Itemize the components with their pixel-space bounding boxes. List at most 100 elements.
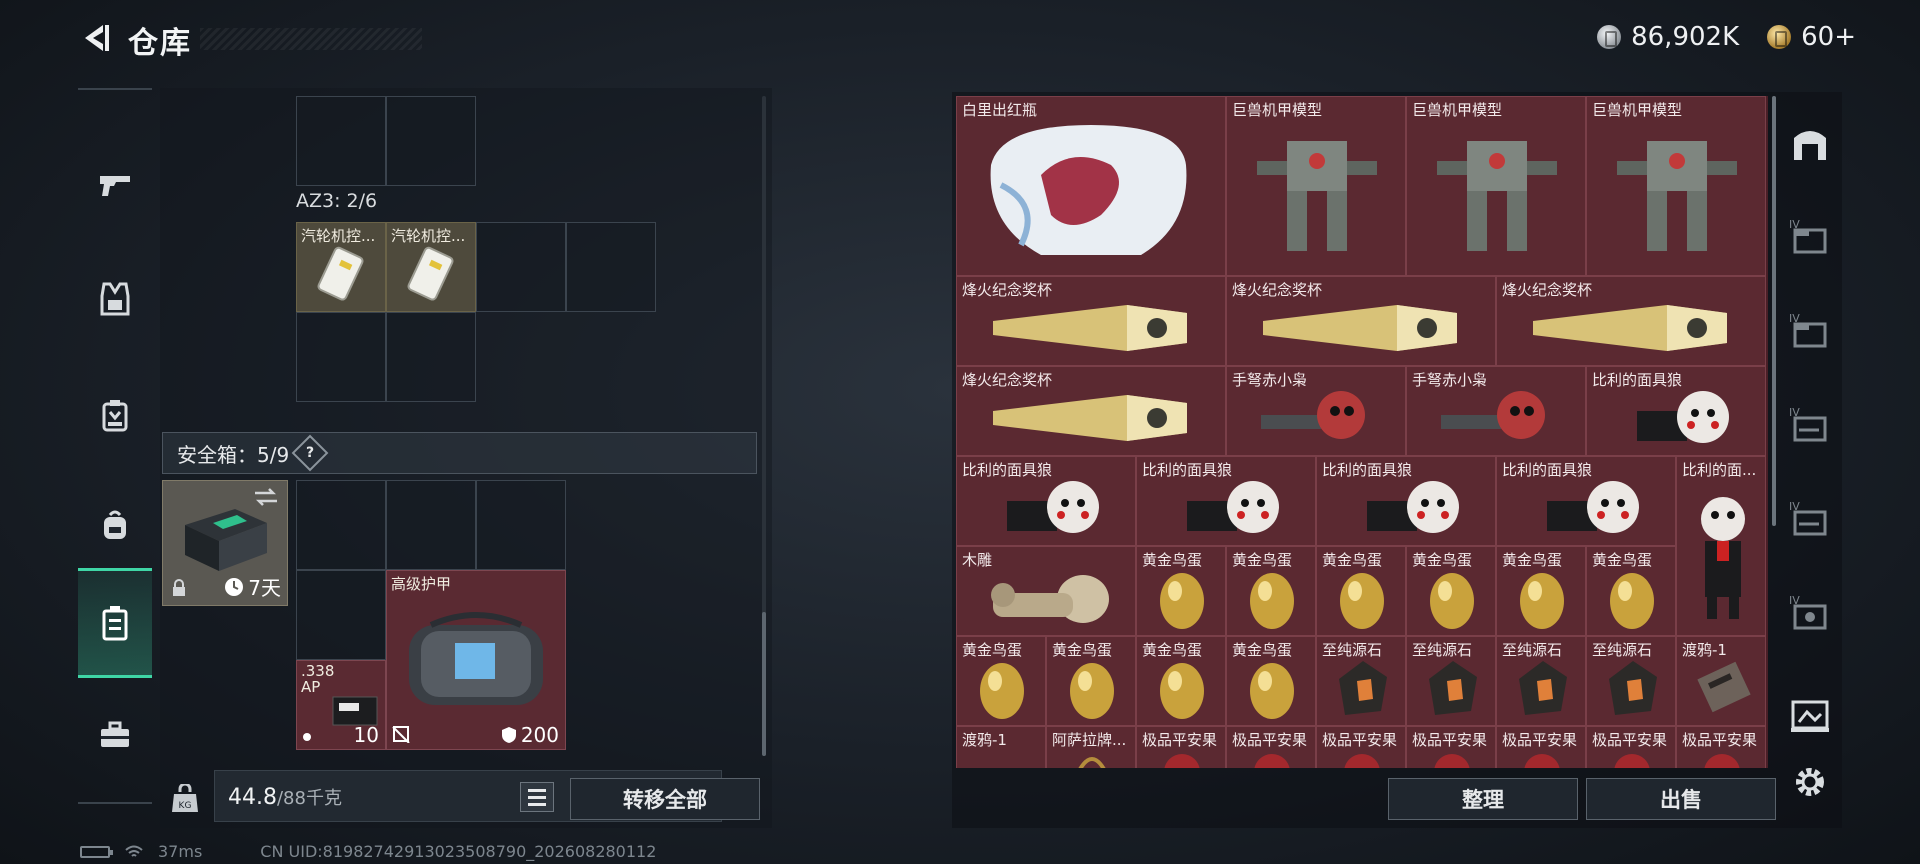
- grid-cell[interactable]: [566, 222, 656, 312]
- nav-safebox[interactable]: [78, 568, 152, 678]
- item-billy-puppet[interactable]: 比利的面具狼: [1496, 456, 1676, 546]
- rail-weapon-rack-4a[interactable]: IV: [1784, 394, 1836, 454]
- puppet-icon: [1547, 481, 1639, 533]
- shield-icon: [501, 727, 516, 743]
- inventory-scrollbar[interactable]: [1772, 96, 1776, 526]
- safebox-icon: [102, 606, 128, 641]
- settings-button[interactable]: [1784, 752, 1836, 812]
- item-peace-fruit[interactable]: 极品平安果: [1406, 726, 1496, 768]
- item-label: 渡鸦-1: [1682, 641, 1727, 659]
- rail-warehouse[interactable]: [1784, 114, 1836, 174]
- item-vase[interactable]: 白里出红瓶: [956, 96, 1226, 276]
- currency-display: 86,902K 60+: [1597, 18, 1856, 56]
- item-turbine-control[interactable]: 汽轮机控...: [386, 222, 476, 312]
- item-peace-fruit[interactable]: 极品平安果: [1226, 726, 1316, 768]
- item-338-ap-ammo[interactable]: .338 AP 10: [296, 660, 386, 750]
- grid-cell[interactable]: [296, 312, 386, 402]
- puppet-icon: [1637, 391, 1729, 443]
- help-icon[interactable]: ?: [291, 434, 329, 472]
- item-golden-egg[interactable]: 黄金鸟蛋: [1136, 636, 1226, 726]
- circuit-chip-icon: [407, 246, 454, 301]
- item-pure-source-stone[interactable]: 至纯源石: [1586, 636, 1676, 726]
- storage-tab-icon: IV: [1789, 218, 1827, 254]
- item-peace-fruit[interactable]: 极品平安果: [1316, 726, 1406, 768]
- grid-cell[interactable]: [296, 570, 386, 660]
- item-label: 比利的面...: [1682, 461, 1757, 479]
- grid-cell[interactable]: [296, 96, 386, 186]
- item-golden-egg[interactable]: 黄金鸟蛋: [1226, 546, 1316, 636]
- storage-scrollbar-thumb[interactable]: [762, 612, 766, 756]
- back-button[interactable]: [78, 20, 114, 56]
- item-mech-model[interactable]: 巨兽机甲模型: [1586, 96, 1766, 276]
- item-advanced-armor[interactable]: 高级护甲 200: [386, 570, 566, 750]
- item-crossbow-owl[interactable]: 手弩赤小枭: [1226, 366, 1406, 456]
- transfer-all-button[interactable]: 转移全部: [570, 778, 760, 820]
- sort-button[interactable]: 整理: [1388, 778, 1578, 820]
- rail-storage-4a[interactable]: IV: [1784, 206, 1836, 266]
- sell-button[interactable]: 出售: [1586, 778, 1776, 820]
- category-sidebar: [78, 88, 152, 804]
- nav-chest-rig[interactable]: [78, 360, 152, 470]
- grid-cell[interactable]: [476, 480, 566, 570]
- item-pure-source-stone[interactable]: 至纯源石: [1496, 636, 1586, 726]
- item-raven-1[interactable]: 渡鸦-1: [956, 726, 1046, 768]
- item-golden-egg[interactable]: 黄金鸟蛋: [956, 636, 1046, 726]
- item-peace-fruit[interactable]: 极品平安果: [1676, 726, 1766, 768]
- item-trophy[interactable]: 烽火纪念奖杯: [956, 366, 1226, 456]
- item-mech-model[interactable]: 巨兽机甲模型: [1226, 96, 1406, 276]
- swap-icon[interactable]: [253, 487, 279, 507]
- trophy-icon: [993, 305, 1187, 351]
- item-wood-carving[interactable]: 木雕: [956, 546, 1136, 636]
- ping-value: 37ms: [158, 842, 203, 861]
- apple-icon: [1164, 754, 1200, 768]
- item-trophy[interactable]: 烽火纪念奖杯: [1226, 276, 1496, 366]
- grid-cell[interactable]: [386, 312, 476, 402]
- grid-cell[interactable]: [386, 480, 476, 570]
- item-billy-puppet[interactable]: 比利的面具狼: [956, 456, 1136, 546]
- item-turbine-control[interactable]: 汽轮机控...: [296, 222, 386, 312]
- item-label: 巨兽机甲模型: [1412, 101, 1503, 119]
- item-billy-puppet[interactable]: 比利的面具狼: [1136, 456, 1316, 546]
- item-raven-1[interactable]: 渡鸦-1: [1676, 636, 1766, 726]
- list-view-button[interactable]: [520, 782, 554, 812]
- item-peace-fruit[interactable]: 极品平安果: [1136, 726, 1226, 768]
- source-stone-icon: [1339, 661, 1387, 715]
- item-trophy[interactable]: 烽火纪念奖杯: [956, 276, 1226, 366]
- grid-cell[interactable]: [386, 96, 476, 186]
- item-trophy[interactable]: 烽火纪念奖杯: [1496, 276, 1766, 366]
- rail-storage-4b[interactable]: IV: [1784, 300, 1836, 360]
- item-peace-fruit[interactable]: 极品平安果: [1496, 726, 1586, 768]
- nav-backpack[interactable]: [78, 470, 152, 580]
- item-golden-egg[interactable]: 黄金鸟蛋: [1496, 546, 1586, 636]
- rail-armor-rack-4[interactable]: IV: [1784, 582, 1836, 642]
- item-billy-puppet-tall[interactable]: 比利的面...: [1676, 456, 1766, 636]
- item-billy-puppet[interactable]: 比利的面具狼: [1586, 366, 1766, 456]
- item-pure-source-stone[interactable]: 至纯源石: [1406, 636, 1496, 726]
- grid-cell[interactable]: [296, 480, 386, 570]
- rail-display-case[interactable]: [1784, 686, 1836, 746]
- item-pure-source-stone[interactable]: 至纯源石: [1316, 636, 1406, 726]
- item-label: 巨兽机甲模型: [1232, 101, 1323, 119]
- rail-weapon-rack-4b[interactable]: IV: [1784, 488, 1836, 548]
- wifi-icon: [125, 845, 143, 857]
- item-asara-card[interactable]: 阿萨拉牌...: [1046, 726, 1136, 768]
- item-golden-egg[interactable]: 黄金鸟蛋: [1406, 546, 1496, 636]
- back-arrow-icon: [85, 25, 109, 51]
- apple-icon: [1344, 754, 1380, 768]
- item-golden-egg[interactable]: 黄金鸟蛋: [1586, 546, 1676, 636]
- nav-armor[interactable]: [78, 244, 152, 354]
- item-peace-fruit[interactable]: 极品平安果: [1586, 726, 1676, 768]
- item-golden-egg[interactable]: 黄金鸟蛋: [1316, 546, 1406, 636]
- nav-weapons[interactable]: [78, 130, 152, 240]
- item-golden-egg[interactable]: 黄金鸟蛋: [1136, 546, 1226, 636]
- item-golden-egg[interactable]: 黄金鸟蛋: [1046, 636, 1136, 726]
- puppet-icon: [1007, 481, 1099, 533]
- grid-cell[interactable]: [476, 222, 566, 312]
- item-crossbow-owl[interactable]: 手弩赤小枭: [1406, 366, 1586, 456]
- safebox-item[interactable]: 7天: [162, 480, 288, 606]
- item-mech-model[interactable]: 巨兽机甲模型: [1406, 96, 1586, 276]
- item-golden-egg[interactable]: 黄金鸟蛋: [1226, 636, 1316, 726]
- item-billy-puppet[interactable]: 比利的面具狼: [1316, 456, 1496, 546]
- nav-toolbox[interactable]: [78, 680, 152, 790]
- mech-icon: [1437, 141, 1557, 251]
